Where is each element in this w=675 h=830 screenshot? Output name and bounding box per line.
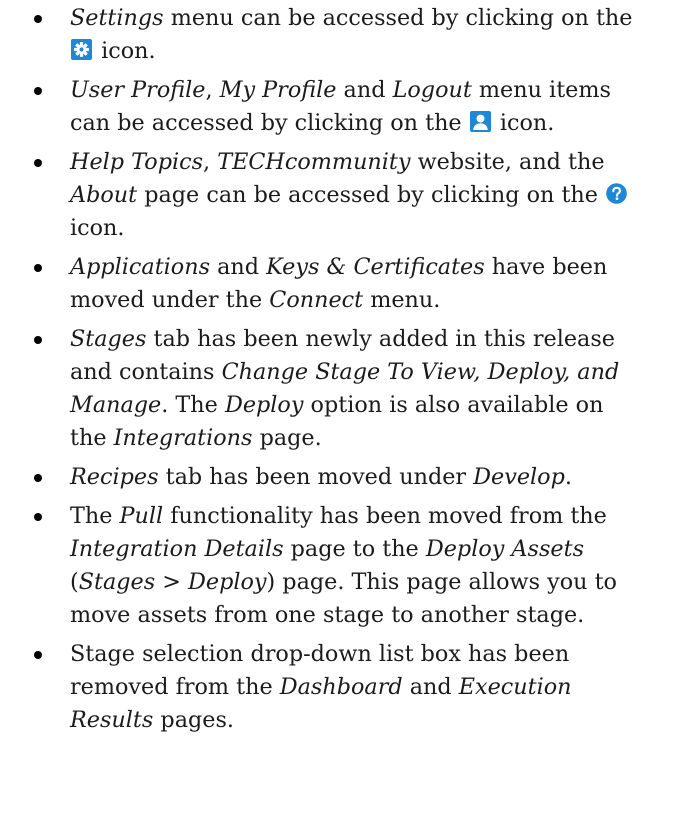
bullet-dot <box>34 159 42 167</box>
bullet-item: User Profile, My Profile and Logout menu… <box>34 74 647 140</box>
bullet-dot <box>34 513 42 521</box>
bullet-dot <box>34 651 42 659</box>
bullet-dot <box>34 474 42 482</box>
italic-term: Applications <box>70 254 211 280</box>
italic-term: User Profile <box>70 77 206 103</box>
bullet-item: Stages tab has been newly added in this … <box>34 323 647 455</box>
bullet-text: and <box>210 254 267 280</box>
bullet-text: page can be accessed by clicking on the <box>137 182 606 208</box>
italic-term: Logout <box>392 77 472 103</box>
bullet-dot <box>34 87 42 95</box>
help-icon <box>606 183 627 204</box>
bullet-dot <box>34 336 42 344</box>
italic-term: Stages <box>70 326 147 352</box>
italic-term: My Profile <box>219 77 337 103</box>
bullet-item: Recipes tab has been moved under Develop… <box>34 461 647 494</box>
italic-term: TECHcommunity <box>217 149 411 175</box>
bullet-text: and <box>402 674 459 700</box>
italic-term: Keys & Certificates <box>266 254 485 280</box>
bullet-dot <box>34 15 42 23</box>
bullet-text: page to the <box>283 536 426 562</box>
bullet-text: page. <box>252 425 322 451</box>
bullet-text: > <box>155 569 189 595</box>
italic-term: About <box>70 182 138 208</box>
italic-term: Deploy <box>224 392 304 418</box>
bullet-list: Settings menu can be accessed by clickin… <box>34 2 647 737</box>
italic-term: Dashboard <box>279 674 403 700</box>
bullet-item: Applications and Keys & Certificates hav… <box>34 251 647 317</box>
gear-icon <box>71 39 92 60</box>
italic-term: Pull <box>119 503 164 529</box>
italic-term: Recipes <box>70 464 159 490</box>
italic-term: Deploy <box>188 569 267 595</box>
bullet-text: and <box>336 77 393 103</box>
bullet-text: ( <box>70 569 79 595</box>
document-page: Settings menu can be accessed by clickin… <box>0 0 675 830</box>
bullet-text: menu can be accessed by clicking on the <box>163 5 633 31</box>
italic-term: Settings <box>70 5 164 31</box>
bullet-text: , <box>205 77 220 103</box>
bullet-text: , <box>203 149 218 175</box>
bullet-item: The Pull functionality has been moved fr… <box>34 500 647 632</box>
bullet-text: icon. <box>492 110 555 136</box>
bullet-text: website, and the <box>410 149 605 175</box>
bullet-text: The <box>70 503 120 529</box>
bullet-text: . <box>564 464 572 490</box>
bullet-item: Help Topics, TECHcommunity website, and … <box>34 146 647 245</box>
bullet-text: menu. <box>363 287 441 313</box>
bullet-item: Stage selection drop-down list box has b… <box>34 638 647 737</box>
bullet-text: icon. <box>94 38 156 64</box>
bullet-text: tab has been moved under <box>158 464 474 490</box>
italic-term: Connect <box>269 287 364 313</box>
italic-term: Develop <box>473 464 565 490</box>
user-icon <box>469 111 491 132</box>
bullet-dot <box>34 264 42 272</box>
italic-term: Integration Details <box>70 536 284 562</box>
bullet-text: pages. <box>153 707 234 733</box>
bullet-text: functionality has been moved from the <box>163 503 607 529</box>
italic-term: Stages <box>78 569 156 595</box>
italic-term: Deploy Assets <box>425 536 585 562</box>
bullet-item: Settings menu can be accessed by clickin… <box>34 2 647 68</box>
bullet-text: . The <box>161 392 225 418</box>
bullet-text: icon. <box>70 215 125 241</box>
italic-term: Integrations <box>113 425 253 451</box>
italic-term: Help Topics <box>70 149 204 175</box>
